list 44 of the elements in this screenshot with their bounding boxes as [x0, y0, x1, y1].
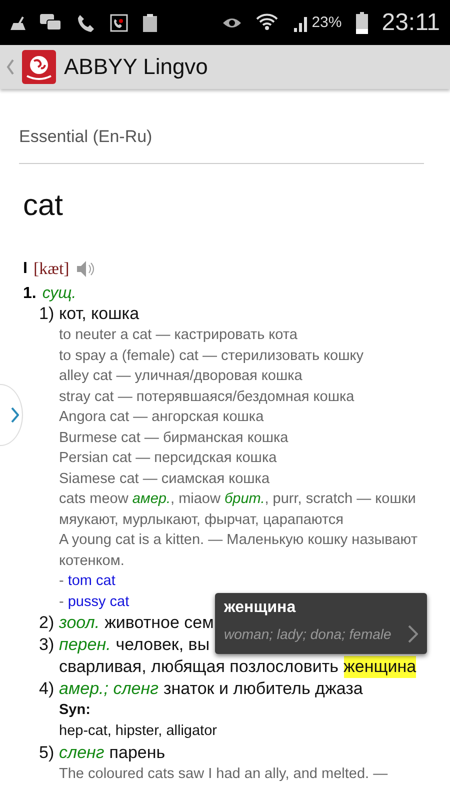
- synonyms-label: Syn:: [59, 701, 92, 720]
- usage-example: The coloured cats saw I had an ally, and melted. —: [59, 765, 389, 784]
- usage-example: Persian cat — персидская кошка: [59, 449, 278, 468]
- phrase-link[interactable]: tom cat: [68, 571, 116, 592]
- translation-text: знаток и любитель джаза: [163, 678, 363, 700]
- battery-percent: 23%: [312, 14, 342, 31]
- part-of-speech-number: 1.: [23, 285, 36, 303]
- grammar-label: перен.: [59, 634, 111, 656]
- translation-text: парень: [109, 742, 166, 764]
- translation-popup[interactable]: женщина woman; lady; dona; female: [215, 593, 427, 654]
- sense-number: 4): [39, 678, 56, 700]
- translation-text: кот, кошка: [59, 303, 140, 325]
- usage-example: Burmese cat — бирманская кошка: [59, 428, 290, 448]
- usage-example: Siamese cat — сиамская кошка: [59, 470, 271, 488]
- link-dash: -: [59, 572, 64, 591]
- transcription: [kæt]: [33, 259, 70, 279]
- phrase-link[interactable]: pussy cat: [68, 592, 130, 612]
- usage-example: A young cat is a kitten. — Маленькую кошку называют котенком.: [59, 531, 418, 570]
- synonyms-list: hep-cat, hipster, alligator: [59, 721, 424, 742]
- popup-word: женщина: [224, 599, 297, 617]
- usage-example: Angora cat — ангорская кошка: [59, 408, 265, 427]
- usage-example: alley cat — уличная/дворовая кошка: [59, 367, 304, 386]
- usage-example: to neuter a cat — кастрировать кота: [59, 326, 298, 345]
- translation-text: сварливая, любящая позлословить: [59, 656, 339, 678]
- grammar-label: зоол.: [59, 612, 100, 634]
- translation-text: человек, вы: [116, 634, 210, 656]
- sense-number: 3): [39, 634, 56, 656]
- part-of-speech: сущ.: [42, 285, 76, 303]
- grammar-label: амер.; сленг: [59, 678, 158, 700]
- link-dash: -: [59, 592, 64, 612]
- dictionary-name: Essential (En-Ru): [19, 127, 424, 164]
- app-title: ABBYY Lingvo: [64, 54, 208, 80]
- translation-text: животное сем: [104, 612, 214, 634]
- usage-example: to spay a (female) cat — стерилизовать кошку: [59, 346, 365, 366]
- grammar-label: сленг: [59, 742, 104, 764]
- usage-example: stray cat — потерявшаяся/бездомная кошка: [59, 388, 356, 406]
- popup-translations: woman; lady; dona; female: [224, 626, 392, 642]
- sense-number: 1): [39, 303, 56, 325]
- usage-example: cats meow амер., miaow брит., purr, scratch — кошки мяукают, мурлыкают, фырчат, царапаются: [59, 490, 417, 530]
- homonym-number: I: [23, 260, 28, 278]
- clock: 23:11: [382, 8, 440, 36]
- sense-number: 5): [39, 742, 56, 764]
- headword: cat: [23, 189, 64, 223]
- sense-number: 2): [39, 612, 56, 634]
